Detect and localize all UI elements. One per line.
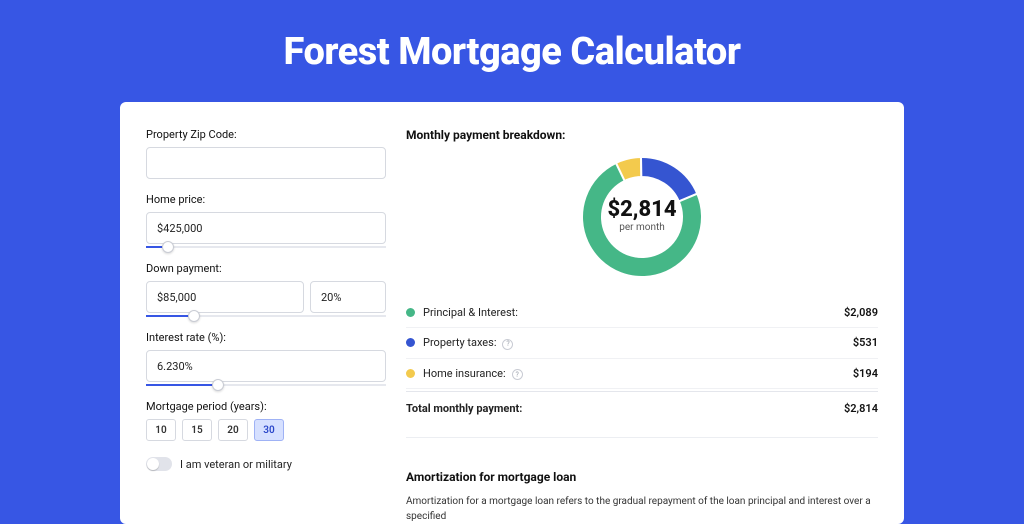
amortization-section: Amortization for mortgage loan Amortizat… <box>406 456 878 524</box>
period-field: Mortgage period (years): 10 15 20 30 <box>146 400 386 441</box>
form-panel: Property Zip Code: Home price: Down paym… <box>146 128 386 524</box>
zip-input[interactable] <box>146 147 386 179</box>
down-payment-amount-input[interactable] <box>146 281 304 313</box>
info-icon[interactable]: ? <box>502 339 513 350</box>
legend-dot <box>406 308 415 317</box>
legend-label: Property taxes:? <box>423 336 853 350</box>
home-price-input[interactable] <box>146 212 386 244</box>
page-title: Forest Mortgage Calculator <box>54 30 970 74</box>
legend-value: $194 <box>853 367 878 380</box>
legend-row: Principal & Interest:$2,089 <box>406 298 878 328</box>
down-payment-field: Down payment: <box>146 262 386 317</box>
down-payment-label: Down payment: <box>146 262 386 275</box>
period-options: 10 15 20 30 <box>146 419 386 441</box>
legend-total-row: Total monthly payment:$2,814 <box>406 391 878 423</box>
home-price-slider[interactable] <box>146 246 386 248</box>
legend-row: Home insurance:?$194 <box>406 359 878 390</box>
legend-total-label: Total monthly payment: <box>406 402 844 415</box>
period-option-10[interactable]: 10 <box>146 419 176 441</box>
legend-value: $531 <box>853 336 878 349</box>
veteran-label: I am veteran or military <box>180 458 292 471</box>
down-payment-slider[interactable] <box>146 315 386 317</box>
donut-chart: $2,814 per month <box>406 152 878 282</box>
legend-dot <box>406 369 415 378</box>
zip-label: Property Zip Code: <box>146 128 386 141</box>
amortization-title: Amortization for mortgage loan <box>406 470 878 484</box>
home-price-field: Home price: <box>146 193 386 248</box>
interest-label: Interest rate (%): <box>146 331 386 344</box>
period-label: Mortgage period (years): <box>146 400 386 413</box>
legend-row: Property taxes:?$531 <box>406 328 878 359</box>
veteran-row: I am veteran or military <box>146 457 386 471</box>
period-option-30[interactable]: 30 <box>254 419 284 441</box>
donut-center-label: per month <box>619 222 665 233</box>
breakdown-title: Monthly payment breakdown: <box>406 128 878 142</box>
legend-label: Principal & Interest: <box>423 306 844 319</box>
legend-total-value: $2,814 <box>844 402 878 415</box>
interest-slider[interactable] <box>146 384 386 386</box>
info-icon[interactable]: ? <box>512 369 523 380</box>
period-option-20[interactable]: 20 <box>218 419 248 441</box>
amortization-text: Amortization for a mortgage loan refers … <box>406 494 878 524</box>
zip-field: Property Zip Code: <box>146 128 386 179</box>
breakdown-panel: Monthly payment breakdown: $2,814 per mo… <box>406 128 878 524</box>
donut-center-value: $2,814 <box>607 197 676 222</box>
legend-label: Home insurance:? <box>423 367 853 381</box>
home-price-label: Home price: <box>146 193 386 206</box>
veteran-toggle[interactable] <box>146 457 172 471</box>
interest-input[interactable] <box>146 350 386 382</box>
legend-dot <box>406 338 415 347</box>
period-option-15[interactable]: 15 <box>182 419 212 441</box>
down-payment-percent-input[interactable] <box>310 281 386 313</box>
legend-value: $2,089 <box>844 306 878 319</box>
legend: Principal & Interest:$2,089Property taxe… <box>406 298 878 423</box>
donut-slice <box>641 157 697 201</box>
interest-field: Interest rate (%): <box>146 331 386 386</box>
calculator-card: Property Zip Code: Home price: Down paym… <box>120 102 904 524</box>
